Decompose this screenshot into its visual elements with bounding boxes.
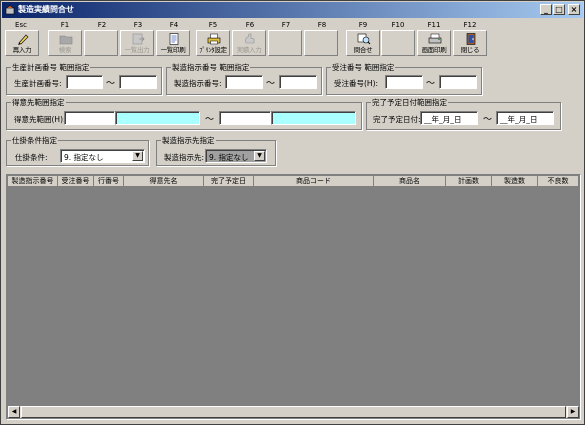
- fkey-f3-label: F3: [133, 21, 143, 29]
- col-receipt-number[interactable]: 受注番号: [58, 176, 94, 187]
- col-due-date[interactable]: 完了予定日: [204, 176, 254, 187]
- fkey-f7-label: F7: [281, 21, 291, 29]
- results-grid[interactable]: 製造指示番号 受注番号 行番号 得意先名 完了予定日 商品コード 商品名 計画数…: [6, 174, 581, 420]
- spec-condition-value: 9. 指定なし: [64, 153, 104, 162]
- receipt-range-title: 受注番号 範囲指定: [331, 62, 396, 73]
- screen-print-label: 画面印刷: [421, 46, 447, 54]
- inquiry-label: 問合せ: [353, 46, 373, 54]
- fkey-f2-label: F2: [97, 21, 107, 29]
- horizontal-scrollbar[interactable]: ◀ ▶: [8, 406, 579, 418]
- f8-button[interactable]: [304, 30, 338, 56]
- due-date-from-input[interactable]: __年_月_日: [420, 111, 478, 125]
- dest-title: 製造指示先指定: [161, 135, 216, 146]
- due-date-tilde: ～: [483, 115, 493, 125]
- dest-select[interactable]: 9. 指定なし ▼: [205, 149, 267, 163]
- plan-to-input[interactable]: [119, 75, 157, 89]
- maximize-button[interactable]: □: [553, 4, 565, 15]
- fkey-f12-label: F12: [463, 21, 477, 29]
- close-label: 閉じる: [460, 46, 480, 54]
- scroll-thumb[interactable]: [21, 406, 566, 418]
- search-label: 検索: [58, 46, 72, 54]
- fkey-esc-label: Esc: [15, 21, 27, 29]
- customer-from-name-field: [115, 111, 200, 125]
- order-label: 製造指示番号:: [174, 79, 222, 88]
- list-print-button[interactable]: 一覧印刷: [156, 30, 190, 56]
- title-bar: 製造実績問合せ _ □ ×: [2, 2, 583, 18]
- minimize-button[interactable]: _: [540, 4, 552, 15]
- due-date-range-title: 完了予定日付範囲指定: [371, 97, 448, 108]
- customer-from-code-input[interactable]: [64, 111, 115, 125]
- reinput-button[interactable]: 再入力: [5, 30, 39, 56]
- fkey-f10-label: F10: [391, 21, 405, 29]
- fkey-f11-label: F11: [427, 21, 441, 29]
- col-customer-name[interactable]: 得意先名: [124, 176, 204, 187]
- window-title: 製造実績問合せ: [18, 5, 74, 14]
- chevron-down-icon[interactable]: ▼: [132, 151, 143, 161]
- grid-header: 製造指示番号 受注番号 行番号 得意先名 完了予定日 商品コード 商品名 計画数…: [8, 176, 579, 187]
- col-line-number[interactable]: 行番号: [94, 176, 124, 187]
- list-print-label: 一覧印刷: [160, 46, 186, 54]
- receipt-label: 受注番号(H):: [334, 79, 379, 88]
- close-button[interactable]: 閉じる: [453, 30, 487, 56]
- screen-print-button[interactable]: 画面印刷: [417, 30, 451, 56]
- due-date-label: 完了予定日付:: [373, 115, 421, 124]
- dest-label: 製造指示先:: [164, 153, 205, 162]
- order-tilde: ～: [266, 79, 276, 89]
- result-input-button[interactable]: 実績入力: [232, 30, 266, 56]
- plan-range-title: 生産計画番号 範囲指定: [11, 62, 91, 73]
- inquiry-button[interactable]: 問合せ: [346, 30, 380, 56]
- customer-label: 得意先範囲(H):: [14, 115, 66, 124]
- customer-to-code-input[interactable]: [219, 111, 271, 125]
- printer-settings-label: ﾌﾟﾘﾝﾀ設定: [199, 46, 227, 54]
- col-made-qty[interactable]: 製造数: [492, 176, 538, 187]
- col-defect-qty[interactable]: 不良数: [538, 176, 579, 187]
- printer-settings-button[interactable]: ﾌﾟﾘﾝﾀ設定: [196, 30, 230, 56]
- spec-condition-title: 仕掛条件指定: [11, 135, 58, 146]
- fkey-f4-label: F4: [169, 21, 179, 29]
- fkey-f8-label: F8: [317, 21, 327, 29]
- reinput-label: 再入力: [12, 46, 32, 54]
- f2-button[interactable]: [84, 30, 118, 56]
- receipt-tilde: ～: [426, 79, 436, 89]
- f7-button[interactable]: [268, 30, 302, 56]
- customer-to-name-field: [271, 111, 356, 125]
- app-icon: [5, 5, 15, 15]
- col-product-code[interactable]: 商品コード: [254, 176, 374, 187]
- fkey-f9-label: F9: [358, 21, 368, 29]
- list-output-label: 一覧出力: [124, 46, 150, 54]
- col-plan-qty[interactable]: 計画数: [446, 176, 492, 187]
- result-input-label: 実績入力: [236, 46, 262, 54]
- f10-button[interactable]: [381, 30, 415, 56]
- plan-tilde: ～: [106, 79, 116, 89]
- fkey-f5-label: F5: [208, 21, 218, 29]
- col-product-name[interactable]: 商品名: [374, 176, 446, 187]
- plan-from-input[interactable]: [66, 75, 103, 89]
- fkey-f6-label: F6: [245, 21, 255, 29]
- dest-value: 9. 指定なし: [209, 153, 249, 162]
- receipt-to-input[interactable]: [439, 75, 477, 89]
- due-date-to-input[interactable]: __年_月_日: [496, 111, 554, 125]
- scroll-right-icon[interactable]: ▶: [567, 406, 579, 418]
- spec-condition-select[interactable]: 9. 指定なし ▼: [60, 149, 145, 163]
- col-order-number[interactable]: 製造指示番号: [8, 176, 58, 187]
- close-window-button[interactable]: ×: [568, 4, 580, 15]
- order-to-input[interactable]: [279, 75, 317, 89]
- chevron-down-icon[interactable]: ▼: [254, 151, 265, 161]
- fkey-f1-label: F1: [60, 21, 70, 29]
- order-from-input[interactable]: [225, 75, 263, 89]
- customer-range-title: 得意先範囲指定: [11, 97, 66, 108]
- order-range-title: 製造指示番号 範囲指定: [171, 62, 251, 73]
- scroll-left-icon[interactable]: ◀: [8, 406, 20, 418]
- spec-condition-label: 仕掛条件:: [15, 153, 48, 162]
- plan-label: 生産計画番号:: [14, 79, 62, 88]
- customer-tilde: ～: [205, 115, 215, 125]
- list-output-button[interactable]: 一覧出力: [120, 30, 154, 56]
- main-window: 製造実績問合せ _ □ × Esc F1 F2 F3 F4 F5 F6 F7 F…: [0, 0, 585, 425]
- search-button[interactable]: 検索: [48, 30, 82, 56]
- receipt-from-input[interactable]: [385, 75, 423, 89]
